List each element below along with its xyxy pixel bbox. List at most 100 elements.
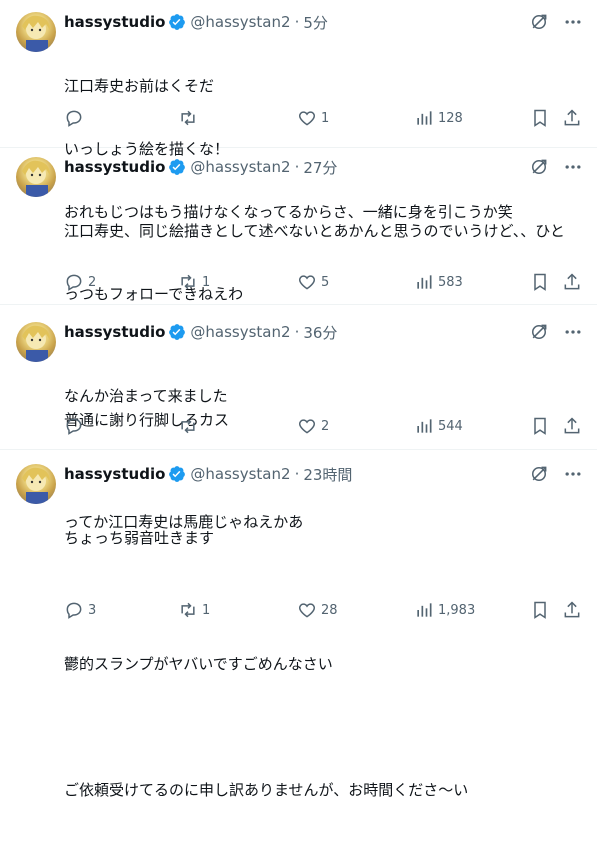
- bookmark-icon: [534, 109, 546, 127]
- avatar[interactable]: [16, 464, 56, 504]
- tweet[interactable]: hassystudio @hassystan2 · 23時間 ちょっち弱音吐きま…: [0, 452, 597, 799]
- tweet-text-line: なんか治まって来ました: [64, 387, 228, 405]
- grok-icon[interactable]: [527, 155, 551, 179]
- views-icon: [417, 275, 432, 289]
- like-icon: [298, 603, 316, 618]
- timestamp[interactable]: 36分: [303, 322, 337, 343]
- reply-count: 3: [88, 602, 97, 618]
- reply-button[interactable]: [64, 416, 88, 436]
- tweet-text-line: [64, 717, 584, 738]
- timestamp[interactable]: 5分: [303, 12, 328, 33]
- view-count: 544: [438, 418, 463, 434]
- retweet-button[interactable]: 1: [178, 272, 210, 292]
- separator-dot: ·: [294, 465, 300, 483]
- retweet-count: 1: [202, 274, 211, 290]
- tweet[interactable]: hassystudio @hassystan2 · 5分 江口寿史お前はくそだ …: [0, 0, 597, 221]
- reply-count: 2: [88, 274, 97, 290]
- like-icon: [298, 419, 316, 434]
- verified-badge-icon: [169, 466, 186, 482]
- more-icon[interactable]: [561, 320, 585, 344]
- tweet-text-line: ご依頼受けてるのに申し訳ありませんが、お時間くださ〜い: [64, 781, 469, 799]
- views-button[interactable]: 583: [414, 272, 463, 292]
- timestamp[interactable]: 27分: [303, 157, 337, 178]
- separator-dot: ·: [294, 158, 300, 176]
- views-button[interactable]: 1,983: [414, 600, 475, 620]
- retweet-button[interactable]: [178, 108, 202, 128]
- reply-button[interactable]: 2: [64, 272, 96, 292]
- views-icon: [417, 603, 432, 617]
- tweet-text: ちょっち弱音吐きます 鬱的スランプがヤバいですごめんなさい ご依頼受けてるのに申…: [64, 486, 584, 843]
- reply-icon: [66, 274, 82, 291]
- bookmark-button[interactable]: [530, 600, 550, 620]
- display-name[interactable]: hassystudio: [64, 158, 165, 176]
- display-name[interactable]: hassystudio: [64, 323, 165, 341]
- share-icon: [564, 109, 580, 126]
- reply-button[interactable]: [64, 108, 88, 128]
- avatar[interactable]: [16, 157, 56, 197]
- retweet-icon: [181, 418, 195, 434]
- retweet-button[interactable]: 1: [178, 600, 210, 620]
- more-icon[interactable]: [561, 10, 585, 34]
- view-count: 128: [438, 110, 463, 126]
- tweet[interactable]: hassystudio @hassystan2 · 27分 江口寿史、同じ絵描き…: [0, 145, 597, 429]
- more-icon[interactable]: [561, 462, 585, 486]
- share-icon: [564, 273, 580, 290]
- avatar[interactable]: [16, 12, 56, 52]
- avatar[interactable]: [16, 322, 56, 362]
- like-count: 2: [321, 418, 330, 434]
- views-icon: [417, 419, 432, 433]
- like-count: 1: [321, 110, 330, 126]
- bookmark-button[interactable]: [530, 108, 550, 128]
- reply-icon: [66, 110, 82, 127]
- retweet-button[interactable]: [178, 416, 202, 436]
- verified-badge-icon: [169, 14, 186, 30]
- verified-badge-icon: [169, 159, 186, 175]
- like-button[interactable]: 2: [297, 416, 329, 436]
- views-icon: [417, 111, 432, 125]
- bookmark-icon: [534, 417, 546, 435]
- like-count: 5: [321, 274, 330, 290]
- reply-icon: [66, 418, 82, 435]
- bookmark-icon: [534, 273, 546, 291]
- tweet-text-line: 江口寿史、同じ絵描きとして述べないとあかんと思うのでいうけど、、ひと: [64, 222, 565, 240]
- separator-dot: ·: [294, 323, 300, 341]
- like-button[interactable]: 5: [297, 272, 329, 292]
- tweet[interactable]: hassystudio @hassystan2 · 36分 なんか治まって来まし…: [0, 310, 597, 531]
- like-button[interactable]: 28: [297, 600, 338, 620]
- share-icon: [564, 417, 580, 434]
- display-name[interactable]: hassystudio: [64, 465, 165, 483]
- grok-icon[interactable]: [527, 320, 551, 344]
- user-handle[interactable]: @hassystan2: [190, 465, 290, 483]
- bookmark-button[interactable]: [530, 272, 550, 292]
- retweet-icon: [181, 274, 195, 290]
- bookmark-button[interactable]: [530, 416, 550, 436]
- timestamp[interactable]: 23時間: [303, 464, 352, 485]
- user-handle[interactable]: @hassystan2: [190, 13, 290, 31]
- tweet-text-line: ちょっち弱音吐きます: [64, 529, 215, 547]
- tweet-text-line: 江口寿史お前はくそだ: [64, 77, 215, 95]
- view-count: 583: [438, 274, 463, 290]
- share-button[interactable]: [562, 272, 582, 292]
- views-button[interactable]: 544: [414, 416, 463, 436]
- user-handle[interactable]: @hassystan2: [190, 158, 290, 176]
- user-handle[interactable]: @hassystan2: [190, 323, 290, 341]
- like-button[interactable]: 1: [297, 108, 329, 128]
- retweet-icon: [181, 110, 195, 126]
- grok-icon[interactable]: [527, 462, 551, 486]
- share-button[interactable]: [562, 600, 582, 620]
- view-count: 1,983: [438, 602, 476, 618]
- like-count: 28: [321, 602, 338, 618]
- like-icon: [298, 111, 316, 126]
- separator-dot: ·: [294, 13, 300, 31]
- bookmark-icon: [534, 601, 546, 619]
- display-name[interactable]: hassystudio: [64, 13, 165, 31]
- share-button[interactable]: [562, 108, 582, 128]
- views-button[interactable]: 128: [414, 108, 463, 128]
- grok-icon[interactable]: [527, 10, 551, 34]
- retweet-icon: [181, 602, 195, 618]
- reply-button[interactable]: 3: [64, 600, 96, 620]
- retweet-count: 1: [202, 602, 211, 618]
- share-button[interactable]: [562, 416, 582, 436]
- reply-icon: [66, 602, 82, 619]
- more-icon[interactable]: [561, 155, 585, 179]
